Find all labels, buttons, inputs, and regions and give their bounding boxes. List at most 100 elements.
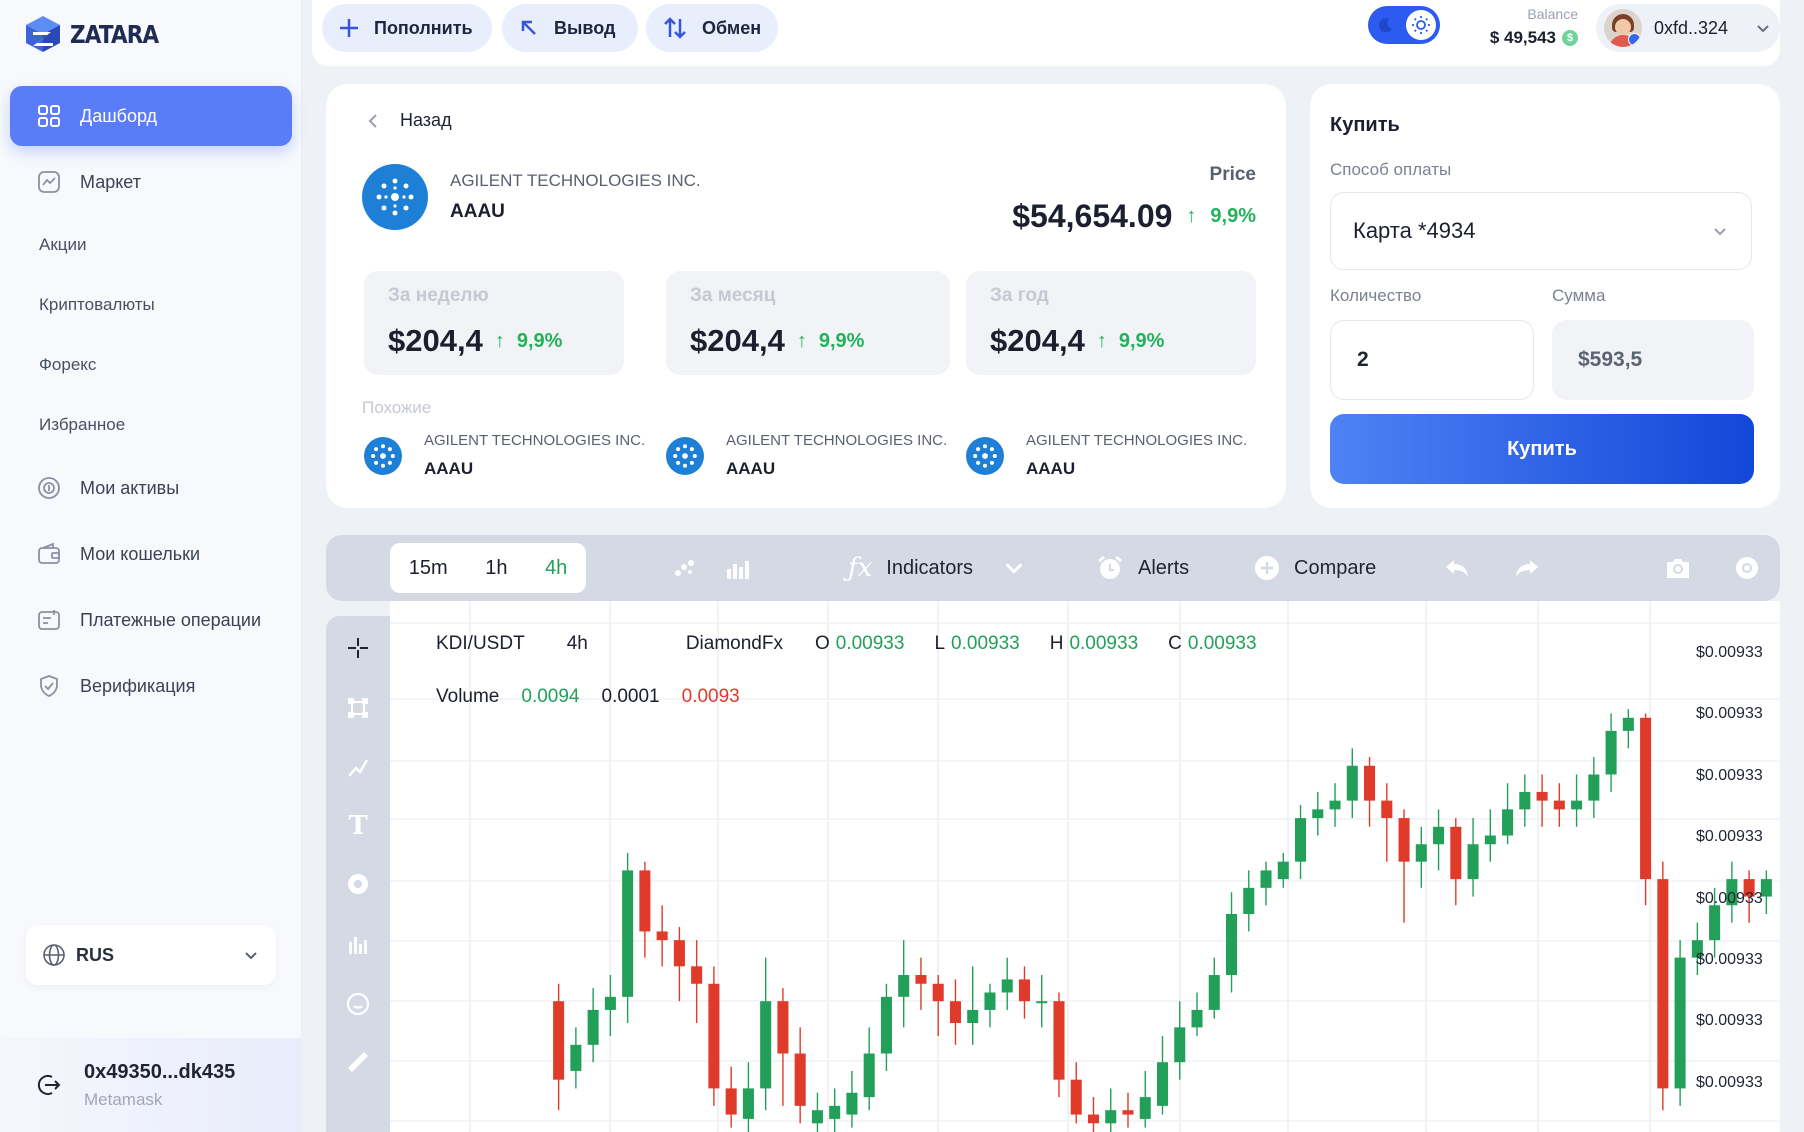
chevron-down-icon xyxy=(1714,228,1726,236)
chart-type-candles-icon[interactable] xyxy=(672,535,698,601)
function-icon: ƒx xyxy=(848,553,873,583)
coins-icon xyxy=(36,475,62,501)
wallet-address: 0x49350...dk435 xyxy=(84,1060,236,1083)
asset-name: AGILENT TECHNOLOGIES INC. xyxy=(450,171,701,190)
buy-card: Купить Способ оплаты Карта *4934 Количес… xyxy=(1310,84,1780,508)
stat-value: $204,4 xyxy=(690,323,785,358)
compare-button[interactable]: Compare xyxy=(1254,535,1376,601)
sidebar-item-market[interactable]: Маркет xyxy=(10,152,292,212)
candle-body xyxy=(604,996,616,1010)
dollar-coin-icon: $ xyxy=(1562,30,1578,46)
sidebar-item-forex[interactable]: Форекс xyxy=(10,338,292,392)
payment-method-select[interactable]: Карта *4934 xyxy=(1330,192,1752,270)
text-tool-icon[interactable]: T xyxy=(344,811,372,841)
similar-item[interactable]: AGILENT TECHNOLOGIES INC. AAAU xyxy=(666,432,947,479)
pattern-icon[interactable] xyxy=(344,694,372,722)
alerts-button[interactable]: Alerts xyxy=(1096,535,1189,601)
candle-body xyxy=(967,1009,979,1023)
bar-chart-icon[interactable] xyxy=(724,535,750,601)
stat-year: За год $204,4 ↑ 9,9% xyxy=(966,271,1256,375)
sidebar-item-dashboard[interactable]: Дашборд xyxy=(10,86,292,146)
back-label: Назад xyxy=(400,110,452,130)
sidebar-nav: Дашборд Маркет Акции Криптовалюты Форекс… xyxy=(10,86,292,722)
timeframe-1h[interactable]: 1h xyxy=(485,557,507,580)
wallet-provider: Metamask xyxy=(84,1089,163,1109)
chart-toolbar: 15m 1h 4h ƒx Indicators Alerts Compare xyxy=(326,535,1780,601)
logout-icon[interactable] xyxy=(36,1072,62,1098)
language-select[interactable]: RUS xyxy=(26,925,276,985)
candle-body xyxy=(880,996,892,1054)
fibonacci-icon[interactable] xyxy=(344,870,372,898)
candle-body xyxy=(846,1092,858,1115)
camera-icon[interactable] xyxy=(1664,535,1692,601)
candle-body xyxy=(639,870,651,932)
back-button[interactable]: Назад xyxy=(366,110,452,131)
balance-value: $ 49,543 xyxy=(1489,28,1556,47)
similar-ticker: AAAU xyxy=(1026,459,1076,478)
crosshair-icon[interactable] xyxy=(344,634,372,662)
sidebar-item-stocks[interactable]: Акции xyxy=(10,218,292,272)
exchange-button[interactable]: Обмен xyxy=(646,4,778,52)
asset-header: AGILENT TECHNOLOGIES INC. AAAU xyxy=(362,164,701,230)
stat-change: 9,9% xyxy=(1118,329,1165,352)
volume-label: Volume xyxy=(436,686,500,707)
candle-body xyxy=(1553,800,1565,810)
candle-body xyxy=(1415,844,1427,862)
similar-item[interactable]: AGILENT TECHNOLOGIES INC. AAAU xyxy=(364,432,645,479)
logo-text: ZATARA xyxy=(70,19,159,49)
trend-line-icon[interactable] xyxy=(344,754,372,782)
sidebar-item-payments[interactable]: Платежные операции xyxy=(10,590,292,650)
settings-gear-icon[interactable] xyxy=(1734,535,1760,601)
candle-body xyxy=(1087,1114,1100,1124)
sidebar-item-my-assets[interactable]: Мои активы xyxy=(10,458,292,518)
user-menu[interactable]: 0xfd..324 xyxy=(1596,4,1780,52)
volume-value: 0.0094 xyxy=(521,686,580,707)
redo-icon[interactable] xyxy=(1512,535,1540,601)
withdraw-button[interactable]: Вывод xyxy=(502,4,638,52)
globe-icon xyxy=(43,944,65,966)
undo-icon[interactable] xyxy=(1444,535,1472,601)
exchange-label: Обмен xyxy=(702,17,762,38)
sidebar-item-verification[interactable]: Верификация xyxy=(10,656,292,716)
deposit-button[interactable]: Пополнить xyxy=(322,4,492,52)
ruler-icon[interactable] xyxy=(344,1048,372,1076)
indicators-label: Indicators xyxy=(886,556,974,579)
stat-week: За неделю $204,4 ↑ 9,9% xyxy=(364,271,624,375)
y-axis-label: $0.00933 xyxy=(1696,890,1763,907)
candle-body xyxy=(1467,844,1479,880)
indicators-button[interactable]: ƒx Indicators xyxy=(848,535,1025,601)
qty-label: Количество xyxy=(1330,286,1422,305)
connected-wallet[interactable]: 0x49350...dk435 Metamask xyxy=(0,1038,302,1132)
candle-body xyxy=(553,1001,565,1080)
candle-body xyxy=(760,1001,772,1089)
candle-body xyxy=(1329,800,1341,810)
similar-name: AGILENT TECHNOLOGIES INC. xyxy=(1026,432,1248,449)
sidebar-item-my-wallets[interactable]: Мои кошельки xyxy=(10,524,292,584)
emoji-icon[interactable] xyxy=(344,990,372,1018)
theme-toggle[interactable] xyxy=(1368,6,1440,44)
chevron-down-icon xyxy=(1005,563,1023,574)
chart-interval: 4h xyxy=(566,633,588,654)
plus-icon xyxy=(340,19,358,37)
high-label: H xyxy=(1049,633,1064,654)
candle-body xyxy=(777,1001,789,1054)
payment-value: Карта *4934 xyxy=(1353,218,1476,243)
candle-body xyxy=(1001,979,1013,993)
sidebar-item-favorites[interactable]: Избранное xyxy=(10,398,292,452)
candle-body xyxy=(794,1053,806,1106)
plus-circle-icon xyxy=(1255,556,1279,580)
sidebar-item-crypto[interactable]: Криптовалюты xyxy=(10,278,292,332)
sidebar-item-label: Маркет xyxy=(80,171,141,192)
logo[interactable]: ZATARA xyxy=(24,14,173,54)
price-chart[interactable]: KDI/USDT 4h DiamondFx O 0.00933 L 0.0093… xyxy=(390,601,1780,1132)
quantity-input[interactable]: 2 xyxy=(1330,320,1534,400)
sidebar-item-label: Избранное xyxy=(39,415,126,434)
similar-item[interactable]: AGILENT TECHNOLOGIES INC. AAAU xyxy=(966,432,1247,479)
timeframe-15m[interactable]: 15m xyxy=(409,557,448,580)
measure-icon[interactable] xyxy=(344,930,372,958)
timeframe-4h[interactable]: 4h xyxy=(545,557,567,580)
candlestick-chart[interactable] xyxy=(390,601,1780,1132)
candle-body xyxy=(1139,1097,1151,1119)
candle-body xyxy=(1156,1062,1169,1106)
buy-button[interactable]: Купить xyxy=(1330,414,1754,484)
